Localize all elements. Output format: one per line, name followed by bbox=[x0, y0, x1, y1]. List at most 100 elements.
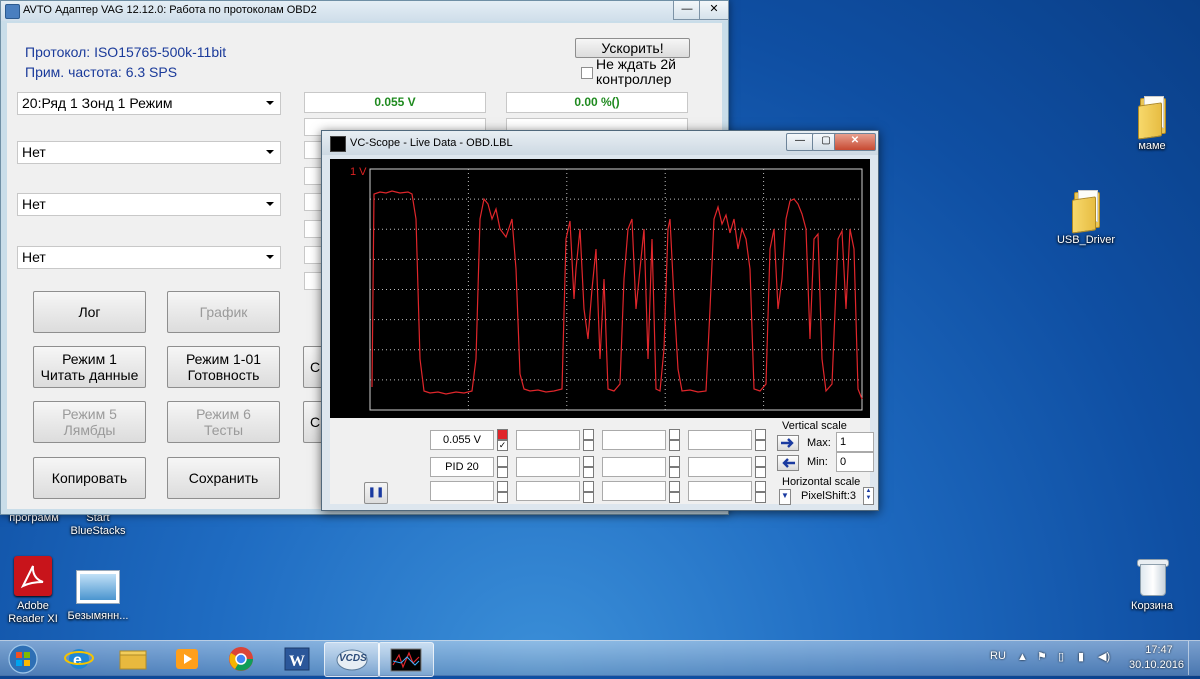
chevron-down-icon bbox=[266, 202, 274, 206]
taskbar: e W VCDS RU ▲ ⚑ ▯ ▮ ◀) 17:47 30.10.2016 bbox=[0, 640, 1200, 677]
channel-checkbox[interactable] bbox=[755, 440, 766, 451]
taskbar-vc-scope[interactable] bbox=[378, 642, 434, 677]
desktop-icon-bezymyanny[interactable]: Безымянн... bbox=[58, 566, 138, 623]
folder-icon bbox=[1136, 96, 1168, 140]
mode6-tests-button[interactable]: Режим 6 Тесты bbox=[167, 401, 280, 443]
recycle-bin-icon bbox=[1137, 556, 1169, 596]
taskbar-media[interactable] bbox=[160, 642, 214, 675]
channel-checkbox[interactable] bbox=[583, 492, 594, 503]
min-input[interactable]: 0 bbox=[836, 452, 874, 472]
pid-selector-4[interactable]: Нет bbox=[17, 246, 281, 269]
mode5-lambda-button[interactable]: Режим 5 Лямбды bbox=[33, 401, 146, 443]
action-center-icon[interactable]: ⚑ bbox=[1037, 650, 1047, 663]
scope-icon bbox=[390, 648, 422, 672]
channel-checkbox[interactable] bbox=[669, 481, 680, 492]
channel-checkbox[interactable] bbox=[583, 456, 594, 467]
channel-checkbox[interactable] bbox=[755, 481, 766, 492]
pause-button[interactable]: ❚❚ bbox=[364, 482, 388, 504]
clock-time[interactable]: 17:47 bbox=[1140, 644, 1178, 656]
channel-checkbox[interactable] bbox=[497, 481, 508, 492]
minimize-button[interactable]: — bbox=[786, 133, 814, 151]
channel-checkbox[interactable] bbox=[755, 467, 766, 478]
max-input[interactable]: 1 bbox=[836, 432, 874, 452]
folder-icon bbox=[1070, 190, 1102, 234]
chevron-down-icon bbox=[266, 101, 274, 105]
arrow-left-icon bbox=[782, 458, 795, 468]
taskbar-vcds[interactable]: VCDS bbox=[324, 642, 380, 677]
clock-date[interactable]: 30.10.2016 bbox=[1129, 659, 1184, 671]
battery-icon[interactable]: ▯ bbox=[1058, 650, 1064, 663]
scope-title-bar[interactable]: VC-Scope - Live Data - OBD.LBL — ▢ ✕ bbox=[322, 131, 878, 155]
value-box-2: 0.00 %() bbox=[506, 92, 688, 113]
pid-selector-2[interactable]: Нет bbox=[17, 141, 281, 164]
channel-empty-box bbox=[688, 457, 752, 477]
pid-selector-1[interactable]: 20:Ряд 1 Зонд 1 Режим bbox=[17, 92, 281, 115]
save-button[interactable]: Сохранить bbox=[167, 457, 280, 499]
channel-value-box: 0.055 V bbox=[430, 430, 494, 450]
no-wait-checkbox[interactable] bbox=[581, 67, 593, 79]
desktop-icon-recycle-bin[interactable]: Корзина bbox=[1112, 556, 1192, 613]
taskbar-ie[interactable]: e bbox=[52, 642, 106, 675]
log-button[interactable]: Лог bbox=[33, 291, 146, 333]
chrome-icon bbox=[229, 647, 253, 671]
hscale-down-button[interactable]: ▼ bbox=[779, 489, 791, 505]
channel-checkbox[interactable] bbox=[755, 429, 766, 440]
channel-checkbox[interactable] bbox=[583, 467, 594, 478]
minimize-button[interactable]: — bbox=[673, 1, 701, 20]
mode1-read-data-button[interactable]: Режим 1 Читать данные bbox=[33, 346, 146, 388]
mode1-01-readiness-button[interactable]: Режим 1-01 Готовность bbox=[167, 346, 280, 388]
channel-checkbox[interactable] bbox=[669, 467, 680, 478]
channel-checkbox[interactable] bbox=[583, 481, 594, 492]
graph-button[interactable]: График bbox=[167, 291, 280, 333]
pause-icon: ❚❚ bbox=[367, 487, 385, 498]
channel-checkbox[interactable] bbox=[669, 492, 680, 503]
channel-checkbox[interactable] bbox=[497, 492, 508, 503]
desktop-icon-label: Adobe Reader XI bbox=[8, 600, 58, 625]
channel-checkbox[interactable] bbox=[497, 456, 508, 467]
adobe-reader-icon bbox=[14, 556, 52, 596]
tray-expand-icon[interactable]: ▲ bbox=[1017, 651, 1028, 663]
copy-button[interactable]: Копировать bbox=[33, 457, 146, 499]
channel-empty-box bbox=[430, 481, 494, 501]
taskbar-chrome[interactable] bbox=[214, 642, 268, 675]
protocol-text: Протокол: ISO15765-500k-11bit bbox=[25, 44, 227, 60]
channel-checkbox[interactable] bbox=[583, 429, 594, 440]
desktop-icon-mame[interactable]: маме bbox=[1112, 96, 1192, 153]
desktop-icon-label: Start BlueStacks bbox=[70, 512, 126, 537]
channel-checkbox[interactable] bbox=[583, 440, 594, 451]
channel-visible-checkbox[interactable]: ✓ bbox=[497, 440, 508, 451]
taskbar-word[interactable]: W bbox=[270, 642, 324, 675]
scale-up-button[interactable] bbox=[777, 435, 799, 451]
scale-down-button[interactable] bbox=[777, 455, 799, 471]
show-desktop-button[interactable] bbox=[1188, 641, 1200, 675]
svg-text:e: e bbox=[73, 652, 82, 669]
language-indicator[interactable]: RU bbox=[990, 650, 1006, 662]
y-axis-label: 1 V bbox=[350, 166, 367, 178]
close-button[interactable]: ✕ bbox=[699, 1, 729, 20]
channel-checkbox[interactable] bbox=[669, 440, 680, 451]
arrow-right-icon bbox=[781, 438, 794, 448]
desktop-icon-usb-driver[interactable]: USB_Driver bbox=[1046, 190, 1126, 247]
max-label: Max: bbox=[807, 437, 831, 449]
channel-checkbox[interactable] bbox=[669, 456, 680, 467]
word-icon: W bbox=[284, 647, 310, 671]
desktop-icon-label: Корзина bbox=[1131, 600, 1173, 612]
taskbar-explorer[interactable] bbox=[106, 642, 160, 675]
rate-text: Прим. частота: 6.3 SPS bbox=[25, 64, 178, 80]
channel-pid-box: PID 20 bbox=[430, 457, 494, 477]
pid-selector-3[interactable]: Нет bbox=[17, 193, 281, 216]
network-icon[interactable]: ▮ bbox=[1078, 650, 1084, 663]
close-button[interactable]: ✕ bbox=[834, 133, 876, 151]
start-button[interactable] bbox=[0, 642, 46, 675]
channel-checkbox[interactable] bbox=[669, 429, 680, 440]
channel-checkbox[interactable] bbox=[497, 467, 508, 478]
channel-checkbox[interactable] bbox=[755, 456, 766, 467]
vertical-scale-label: Vertical scale bbox=[782, 420, 847, 432]
no-wait-label: Не ждать 2й контроллер bbox=[596, 56, 677, 87]
desktop-icon-label: маме bbox=[1138, 140, 1166, 152]
speed-up-button[interactable]: Ускорить! bbox=[575, 38, 690, 58]
main-title-bar[interactable]: AVTO Адаптер VAG 12.12.0: Работа по прот… bbox=[1, 1, 729, 21]
hscale-spin-button[interactable]: ▲ ▼ bbox=[863, 487, 874, 505]
volume-icon[interactable]: ◀) bbox=[1098, 650, 1110, 663]
channel-checkbox[interactable] bbox=[755, 492, 766, 503]
